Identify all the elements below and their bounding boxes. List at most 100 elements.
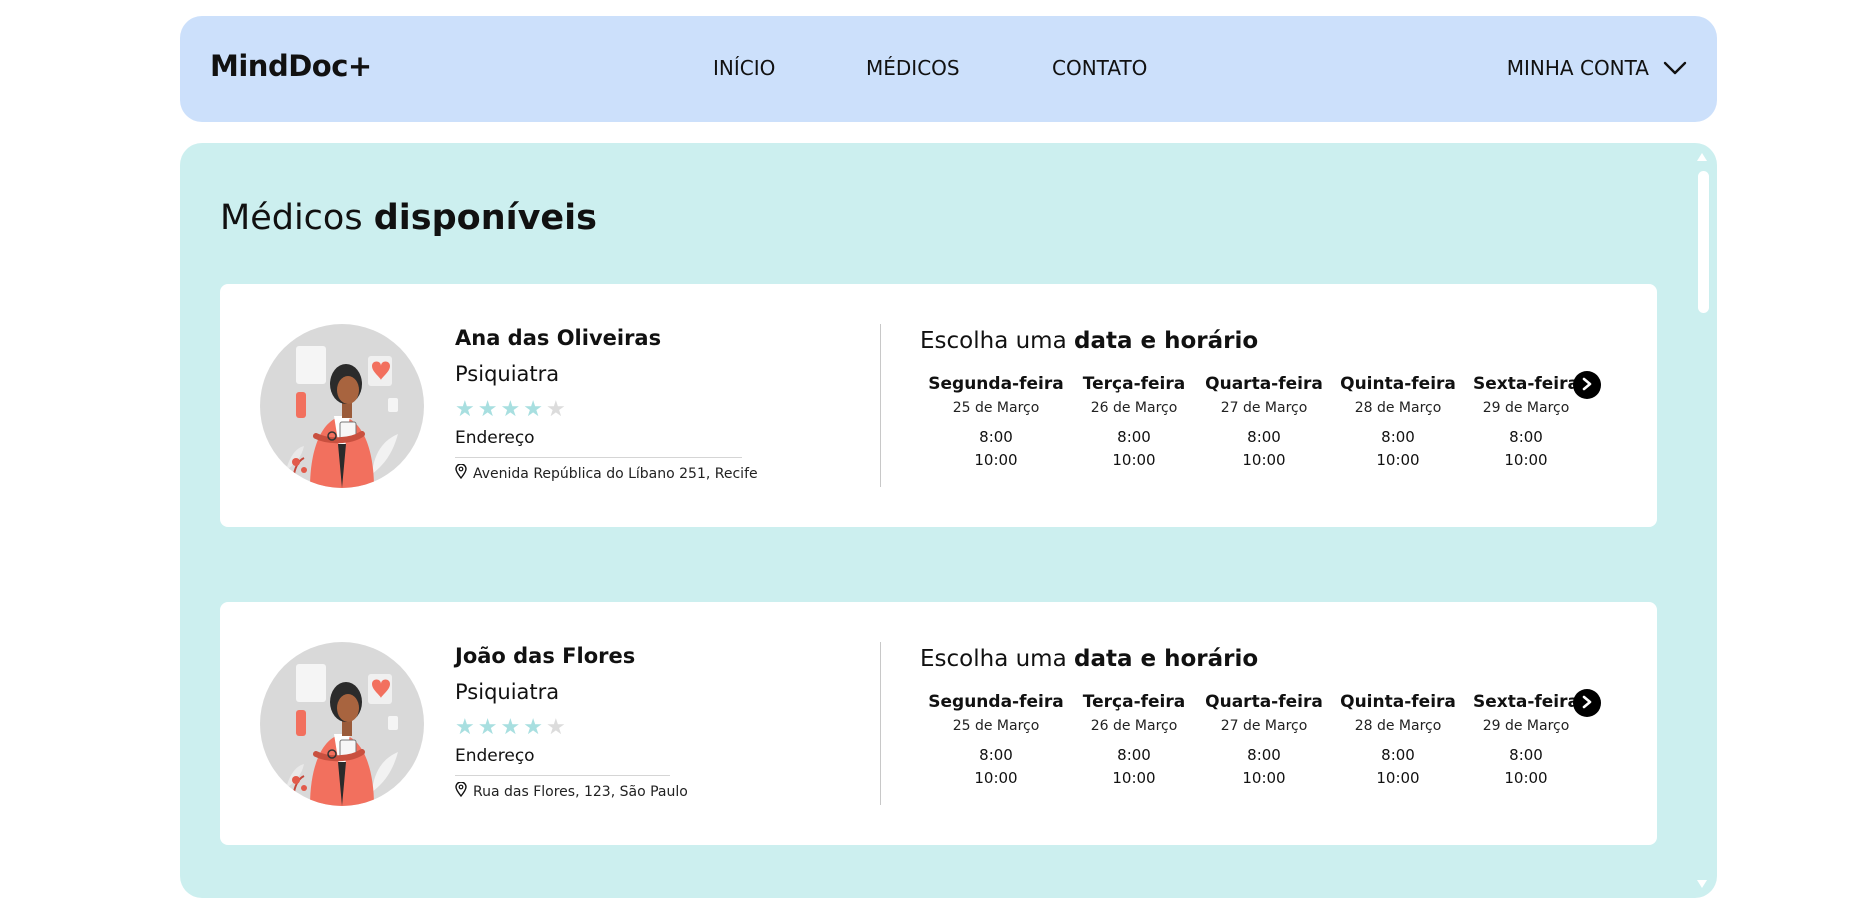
chevron-right-circle-icon [1580,694,1594,713]
time-slot[interactable]: 8:00 [1328,426,1468,449]
schedule-title-bold: data e horário [1074,328,1259,354]
star-icon: ★ [545,397,569,422]
account-menu[interactable]: MINHA CONTA [1507,56,1687,80]
doctor-address: Rua das Flores, 123, São Paulo [455,781,688,801]
schedule-day: Terça-feira 26 de Março 8:00 10:00 [1064,374,1204,472]
next-days-button[interactable] [1573,689,1601,717]
schedule-title-regular: Escolha uma [920,328,1067,354]
time-slot[interactable]: 8:00 [1456,744,1596,767]
star-icon: ★ [500,397,524,422]
doctor-illustration [286,664,398,806]
time-slot[interactable]: 10:00 [1064,449,1204,472]
day-date: 28 de Março [1354,718,1442,734]
time-slot[interactable]: 8:00 [1328,744,1468,767]
top-navbar: MindDoc+ INÍCIO MÉDICOS CONTATO MINHA CO… [180,16,1717,122]
schedule-day: Quinta-feira 28 de Março 8:00 10:00 [1328,374,1468,472]
star-icon: ★ [477,397,501,422]
doctor-avatar [260,324,424,488]
doctor-address-text: Avenida República do Líbano 251, Recife [473,465,758,482]
rating-stars: ★★★★★ [455,715,569,740]
address-divider [455,775,670,776]
star-icon: ★ [500,715,524,740]
schedule-day: Quarta-feira 27 de Março 8:00 10:00 [1194,692,1334,790]
map-pin-icon [455,781,467,801]
page-title-bold: disponíveis [373,198,597,238]
schedule-title: Escolha uma data e horário [920,646,1258,672]
schedule-day: Segunda-feira 25 de Março 8:00 10:00 [926,692,1066,790]
chevron-right-circle-icon [1580,376,1594,395]
time-slot[interactable]: 10:00 [1064,767,1204,790]
address-label: Endereço [455,746,535,766]
day-name: Quinta-feira [1340,692,1456,712]
time-slot[interactable]: 10:00 [926,767,1066,790]
scroll-up-arrow[interactable] [1697,153,1707,161]
nav-link-contato[interactable]: CONTATO [1052,56,1147,80]
time-slot[interactable]: 10:00 [1194,767,1334,790]
doctor-card: João das Flores Psiquiatra ★★★★★ Endereç… [220,602,1657,845]
day-date: 29 de Março [1482,400,1570,416]
day-date: 26 de Março [1090,400,1178,416]
time-slot[interactable]: 8:00 [1064,426,1204,449]
address-label: Endereço [455,428,535,448]
nav-link-medicos[interactable]: MÉDICOS [866,56,960,80]
schedule-day: Segunda-feira 25 de Março 8:00 10:00 [926,374,1066,472]
time-slot[interactable]: 10:00 [1328,767,1468,790]
schedule-day: Quinta-feira 28 de Março 8:00 10:00 [1328,692,1468,790]
doctor-name[interactable]: João das Flores [455,644,635,668]
doctor-address: Avenida República do Líbano 251, Recife [455,463,758,483]
time-slot[interactable]: 10:00 [1456,449,1596,472]
day-name: Terça-feira [1082,374,1186,394]
doctor-avatar [260,642,424,806]
map-pin-icon [455,463,467,483]
doctor-card: Ana das Oliveiras Psiquiatra ★★★★★ Ender… [220,284,1657,527]
page-title-regular: Médicos [220,198,363,238]
doctor-illustration [286,346,398,488]
day-name: Quarta-feira [1205,374,1323,394]
app-logo[interactable]: MindDoc+ [210,49,372,83]
time-slot[interactable]: 8:00 [926,744,1066,767]
day-name: Terça-feira [1082,692,1186,712]
schedule-title: Escolha uma data e horário [920,328,1258,354]
time-slot[interactable]: 8:00 [1194,744,1334,767]
card-divider [880,642,881,805]
day-date: 29 de Março [1482,718,1570,734]
day-name: Segunda-feira [928,692,1064,712]
schedule-day: Quarta-feira 27 de Março 8:00 10:00 [1194,374,1334,472]
doctor-address-text: Rua das Flores, 123, São Paulo [473,783,688,800]
time-slot[interactable]: 10:00 [1328,449,1468,472]
day-date: 26 de Março [1090,718,1178,734]
star-icon: ★ [455,397,478,422]
star-icon: ★ [455,715,478,740]
page-title: Médicos disponíveis [220,198,597,238]
doctor-specialty: Psiquiatra [455,362,560,386]
star-icon: ★ [477,715,501,740]
day-date: 27 de Março [1220,718,1308,734]
time-slot[interactable]: 8:00 [1194,426,1334,449]
time-slot[interactable]: 10:00 [1194,449,1334,472]
schedule-day: Terça-feira 26 de Março 8:00 10:00 [1064,692,1204,790]
rating-stars: ★★★★★ [455,397,569,422]
time-slot[interactable]: 8:00 [1456,426,1596,449]
card-divider [880,324,881,487]
account-menu-label: MINHA CONTA [1506,56,1649,80]
address-divider [455,457,742,458]
scrollbar-thumb[interactable] [1698,171,1709,313]
day-date: 25 de Março [952,400,1040,416]
day-name: Quarta-feira [1205,692,1323,712]
day-name: Quinta-feira [1340,374,1456,394]
time-slot[interactable]: 10:00 [1456,767,1596,790]
time-slot[interactable]: 10:00 [926,449,1066,472]
day-name: Segunda-feira [928,374,1064,394]
time-slot[interactable]: 8:00 [1064,744,1204,767]
star-icon: ★ [523,397,546,422]
day-date: 27 de Março [1220,400,1308,416]
scroll-down-arrow[interactable] [1697,880,1707,888]
doctor-name[interactable]: Ana das Oliveiras [455,326,661,350]
nav-link-inicio[interactable]: INÍCIO [713,56,775,80]
time-slot[interactable]: 8:00 [926,426,1066,449]
chevron-down-icon [1663,61,1687,75]
next-days-button[interactable] [1573,371,1601,399]
day-date: 25 de Março [952,718,1040,734]
schedule-title-regular: Escolha uma [920,646,1067,672]
doctors-panel: Médicos disponíveis Ana das Oliveiras Ps… [180,143,1717,898]
